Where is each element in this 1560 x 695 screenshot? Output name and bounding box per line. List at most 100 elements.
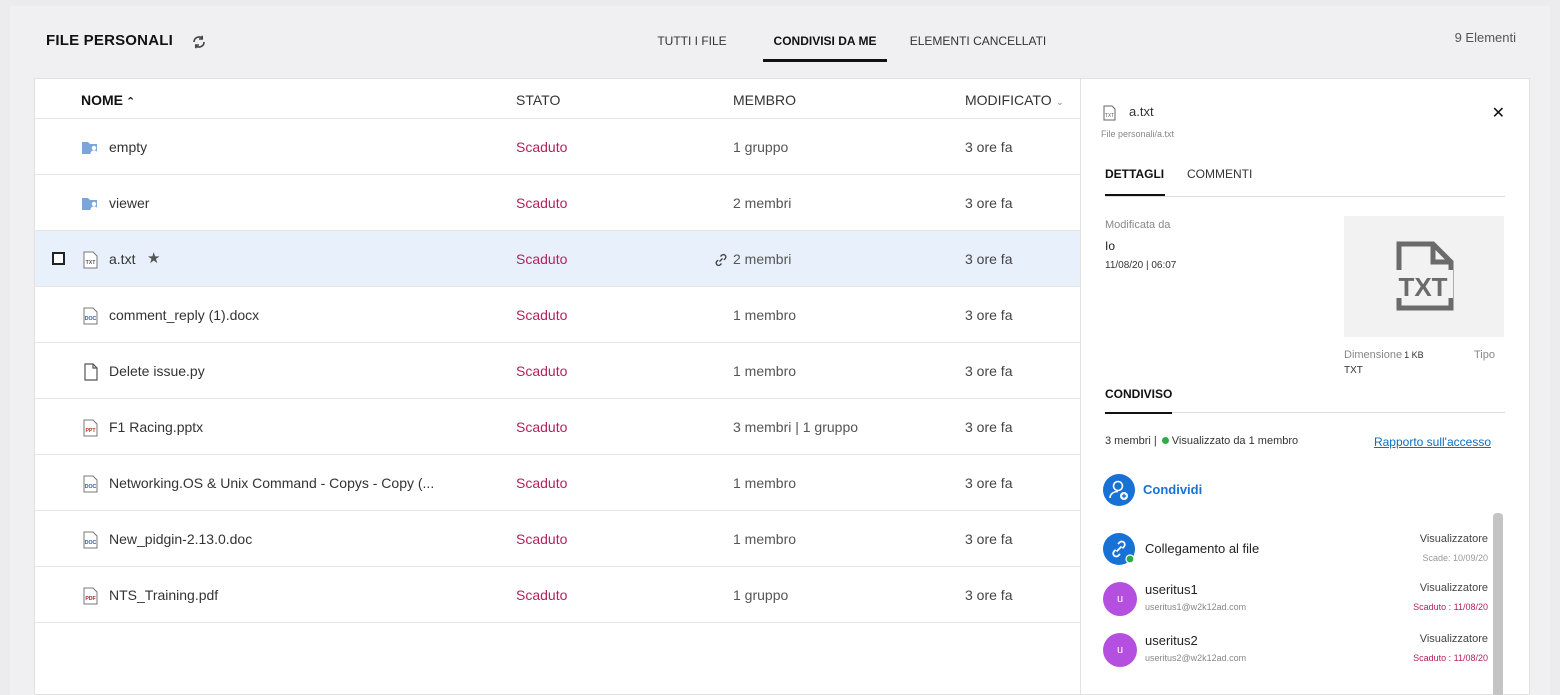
- type-label: Tipo: [1474, 349, 1495, 361]
- scrollbar[interactable]: [1493, 513, 1503, 695]
- status-badge: Scaduto: [516, 307, 568, 323]
- member-count: 1 membro: [733, 475, 797, 491]
- column-nome[interactable]: NOME ⌃: [81, 92, 135, 108]
- member-count: 1 gruppo: [733, 139, 789, 155]
- file-table: NOME ⌃ STATO MEMBRO MODIFICATO ⌄ empty Scad…: [34, 78, 1081, 695]
- modified-time: 3 ore fa: [965, 139, 1013, 155]
- txt-preview-icon: TXT: [1391, 241, 1454, 311]
- tab-dettagli[interactable]: DETTAGLI: [1105, 167, 1165, 196]
- tab-elementi-cancellati[interactable]: ELEMENTI CANCELLATI: [903, 24, 1053, 62]
- table-row[interactable]: DOC comment_reply (1).docx Scaduto 1 membro…: [35, 287, 1081, 343]
- row-checkbox[interactable]: [52, 252, 65, 265]
- modified-by: Io: [1105, 239, 1116, 253]
- share-role[interactable]: Visualizzatore: [1420, 582, 1488, 594]
- status-badge: Scaduto: [516, 419, 568, 435]
- share-entry-name: useritus2: [1145, 633, 1198, 648]
- file-name[interactable]: comment_reply (1).docx: [109, 307, 259, 323]
- status-badge: Scaduto: [516, 587, 568, 603]
- share-entry[interactable]: u useritus1 useritus1@w2k12ad.com Visualizz…: [1103, 582, 1493, 630]
- tab-commenti[interactable]: COMMENTI: [1187, 167, 1252, 196]
- doc-file-icon: DOC: [81, 531, 101, 549]
- share-entry-name: Collegamento al file: [1145, 541, 1260, 556]
- column-stato[interactable]: STATO: [516, 92, 560, 108]
- preview-text: TXT: [1398, 272, 1447, 302]
- member-count: 1 membro: [733, 307, 797, 323]
- file-name[interactable]: a.txt: [109, 251, 135, 267]
- size-value: 1 KB: [1404, 350, 1424, 360]
- svg-text:DOC: DOC: [85, 316, 97, 322]
- online-dot-icon: [1161, 437, 1169, 444]
- share-expiry: Scaduto : 11/08/20: [1413, 653, 1488, 663]
- tab-condivisi-da-me[interactable]: CONDIVISI DA ME: [763, 24, 887, 62]
- file-name[interactable]: empty: [109, 139, 147, 155]
- ppt-file-icon: PPT: [81, 419, 101, 437]
- link-icon: [715, 253, 727, 267]
- member-count: 2 membri: [733, 195, 792, 211]
- file-name[interactable]: NTS_Training.pdf: [109, 587, 218, 603]
- tab-tutti-i-file[interactable]: TUTTI I FILE: [642, 24, 742, 62]
- file-name[interactable]: Networking.OS & Unix Command - Copys - C…: [109, 475, 434, 491]
- share-entry-email: useritus2@w2k12ad.com: [1145, 653, 1247, 663]
- details-tabs: DETTAGLI COMMENTI: [1105, 167, 1505, 197]
- modified-time: 3 ore fa: [965, 587, 1013, 603]
- status-badge: Scaduto: [516, 475, 568, 491]
- modified-date: 11/08/20 | 06:07: [1105, 260, 1177, 271]
- table-row[interactable]: DOC Networking.OS & Unix Command - Copys …: [35, 455, 1081, 511]
- table-row[interactable]: Delete issue.py Scaduto 1 membro 3 ore fa: [35, 343, 1081, 399]
- member-count: 3 membri | 1 gruppo: [733, 419, 859, 435]
- size-info: Dimensione 1 KB: [1344, 349, 1424, 361]
- chevron-down-icon: ⌄: [1055, 97, 1064, 108]
- modified-time: 3 ore fa: [965, 251, 1013, 267]
- status-badge: Scaduto: [516, 139, 568, 155]
- avatar: u: [1103, 633, 1137, 667]
- status-badge: Scaduto: [516, 363, 568, 379]
- share-entry[interactable]: Collegamento al file Visualizzatore Scade:…: [1103, 533, 1493, 581]
- pdf-file-icon: PDF: [81, 587, 101, 605]
- view-tabs: TUTTI I FILE CONDIVISI DA ME ELEMENTI CA…: [642, 24, 1053, 62]
- page-title: FILE PERSONALI: [46, 32, 173, 49]
- share-status: 3 membri | Visualizzato da 1 membro: [1105, 435, 1299, 447]
- add-share-icon[interactable]: [1103, 474, 1135, 506]
- table-header: NOME ⌃ STATO MEMBRO MODIFICATO ⌄: [35, 79, 1081, 119]
- modified-label: Modificata da: [1105, 219, 1171, 231]
- share-expiry: Scaduto : 11/08/20: [1413, 602, 1488, 612]
- share-entry-email: useritus1@w2k12ad.com: [1145, 602, 1247, 612]
- access-report-link[interactable]: Rapporto sull'accesso: [1374, 435, 1491, 449]
- member-count: 1 membro: [733, 363, 797, 379]
- details-file-name: a.txt: [1129, 104, 1154, 119]
- modified-time: 3 ore fa: [965, 531, 1013, 547]
- status-badge: Scaduto: [516, 195, 568, 211]
- file-preview: TXT: [1344, 216, 1504, 337]
- file-name[interactable]: Delete issue.py: [109, 363, 205, 379]
- table-row[interactable]: PDF NTS_Training.pdf Scaduto 1 gruppo 3 ore …: [35, 567, 1081, 623]
- item-count: 9 Elementi: [1454, 30, 1516, 45]
- modified-time: 3 ore fa: [965, 363, 1013, 379]
- column-modificato[interactable]: MODIFICATO ⌄: [965, 92, 1064, 108]
- sort-asc-icon: ⌃: [126, 96, 136, 108]
- refresh-icon[interactable]: [191, 34, 207, 50]
- close-icon[interactable]: ✕: [1492, 103, 1505, 123]
- details-path: File personali/a.txt: [1101, 129, 1175, 139]
- status-badge: Scaduto: [516, 531, 568, 547]
- shared-heading: CONDIVISO: [1105, 385, 1505, 414]
- table-row[interactable]: PPT F1 Racing.pptx Scaduto 3 membri | 1 gru…: [35, 399, 1081, 455]
- file-name[interactable]: F1 Racing.pptx: [109, 419, 203, 435]
- share-entry[interactable]: u useritus2 useritus2@w2k12ad.com Visualizz…: [1103, 633, 1493, 681]
- shared-folder-icon: [81, 195, 101, 213]
- share-role[interactable]: Visualizzatore: [1420, 633, 1488, 645]
- table-row[interactable]: TXT a.txt ★ Scaduto 2 membri 3 ore fa: [35, 231, 1081, 287]
- table-row[interactable]: viewer Scaduto 2 membri 3 ore fa: [35, 175, 1081, 231]
- file-name[interactable]: New_pidgin-2.13.0.doc: [109, 531, 252, 547]
- svg-text:DOC: DOC: [85, 484, 97, 490]
- column-membro[interactable]: MEMBRO: [733, 92, 796, 108]
- status-badge: Scaduto: [516, 251, 568, 267]
- file-name[interactable]: viewer: [109, 195, 149, 211]
- svg-text:PDF: PDF: [85, 596, 95, 602]
- star-icon[interactable]: ★: [147, 249, 160, 267]
- generic-file-icon: [81, 363, 101, 381]
- svg-text:TXT: TXT: [86, 260, 97, 266]
- share-role[interactable]: Visualizzatore: [1420, 533, 1488, 545]
- table-row[interactable]: DOC New_pidgin-2.13.0.doc Scaduto 1 membro 3…: [35, 511, 1081, 567]
- share-button[interactable]: Condividi: [1143, 482, 1202, 497]
- table-row[interactable]: empty Scaduto 1 gruppo 3 ore fa: [35, 119, 1081, 175]
